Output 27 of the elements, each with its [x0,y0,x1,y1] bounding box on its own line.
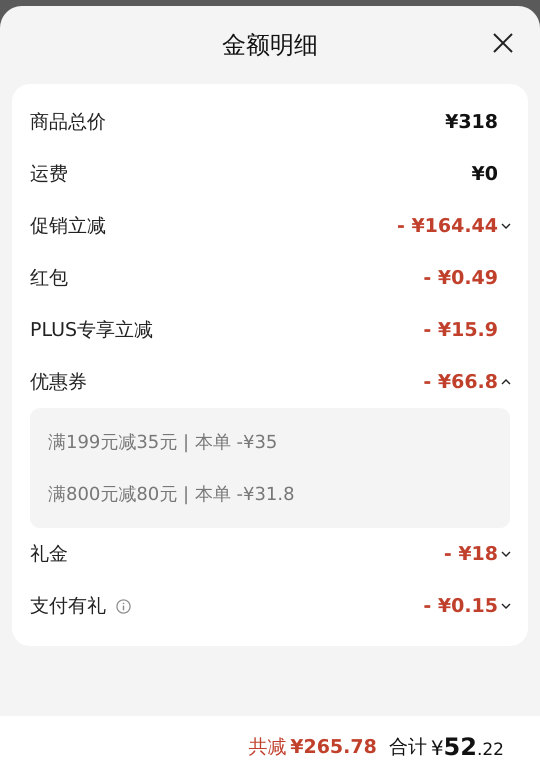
amount: - ¥15.9 [423,319,498,341]
coupon-detail: 满199元减35元 | 本单 -¥35 [48,431,278,454]
total-label: 合计 [388,735,427,760]
row-label: 商品总价 [30,110,106,135]
amount: - ¥0.15 [423,595,498,617]
close-icon[interactable] [492,32,514,54]
row-label: 红包 [30,266,68,291]
row-label: PLUS专享立减 [30,318,154,343]
row-label: 运费 [30,162,68,187]
currency-symbol: ¥ [430,736,444,760]
row-label: 礼金 [30,542,68,567]
amount: ¥0 [472,163,498,185]
total-decimal: .22 [476,740,504,760]
amount: - ¥66.8 [423,371,498,393]
info-icon[interactable] [116,598,131,614]
savings-amount: ¥265.78 [290,736,377,758]
total-integer: 52 [444,733,477,761]
coupon-detail: 满800元减80元 | 本单 -¥31.8 [48,483,295,506]
amount: - ¥0.49 [423,267,498,289]
row-label: 支付有礼 [30,594,106,619]
amount: ¥318 [445,111,498,133]
sheet-title: 金额明细 [222,30,318,61]
row-label: 优惠券 [30,370,87,395]
row-label: 促销立减 [30,214,106,239]
amount: - ¥164.44 [396,215,498,237]
savings-label: 共减 [248,735,286,760]
amount: - ¥18 [444,543,498,565]
